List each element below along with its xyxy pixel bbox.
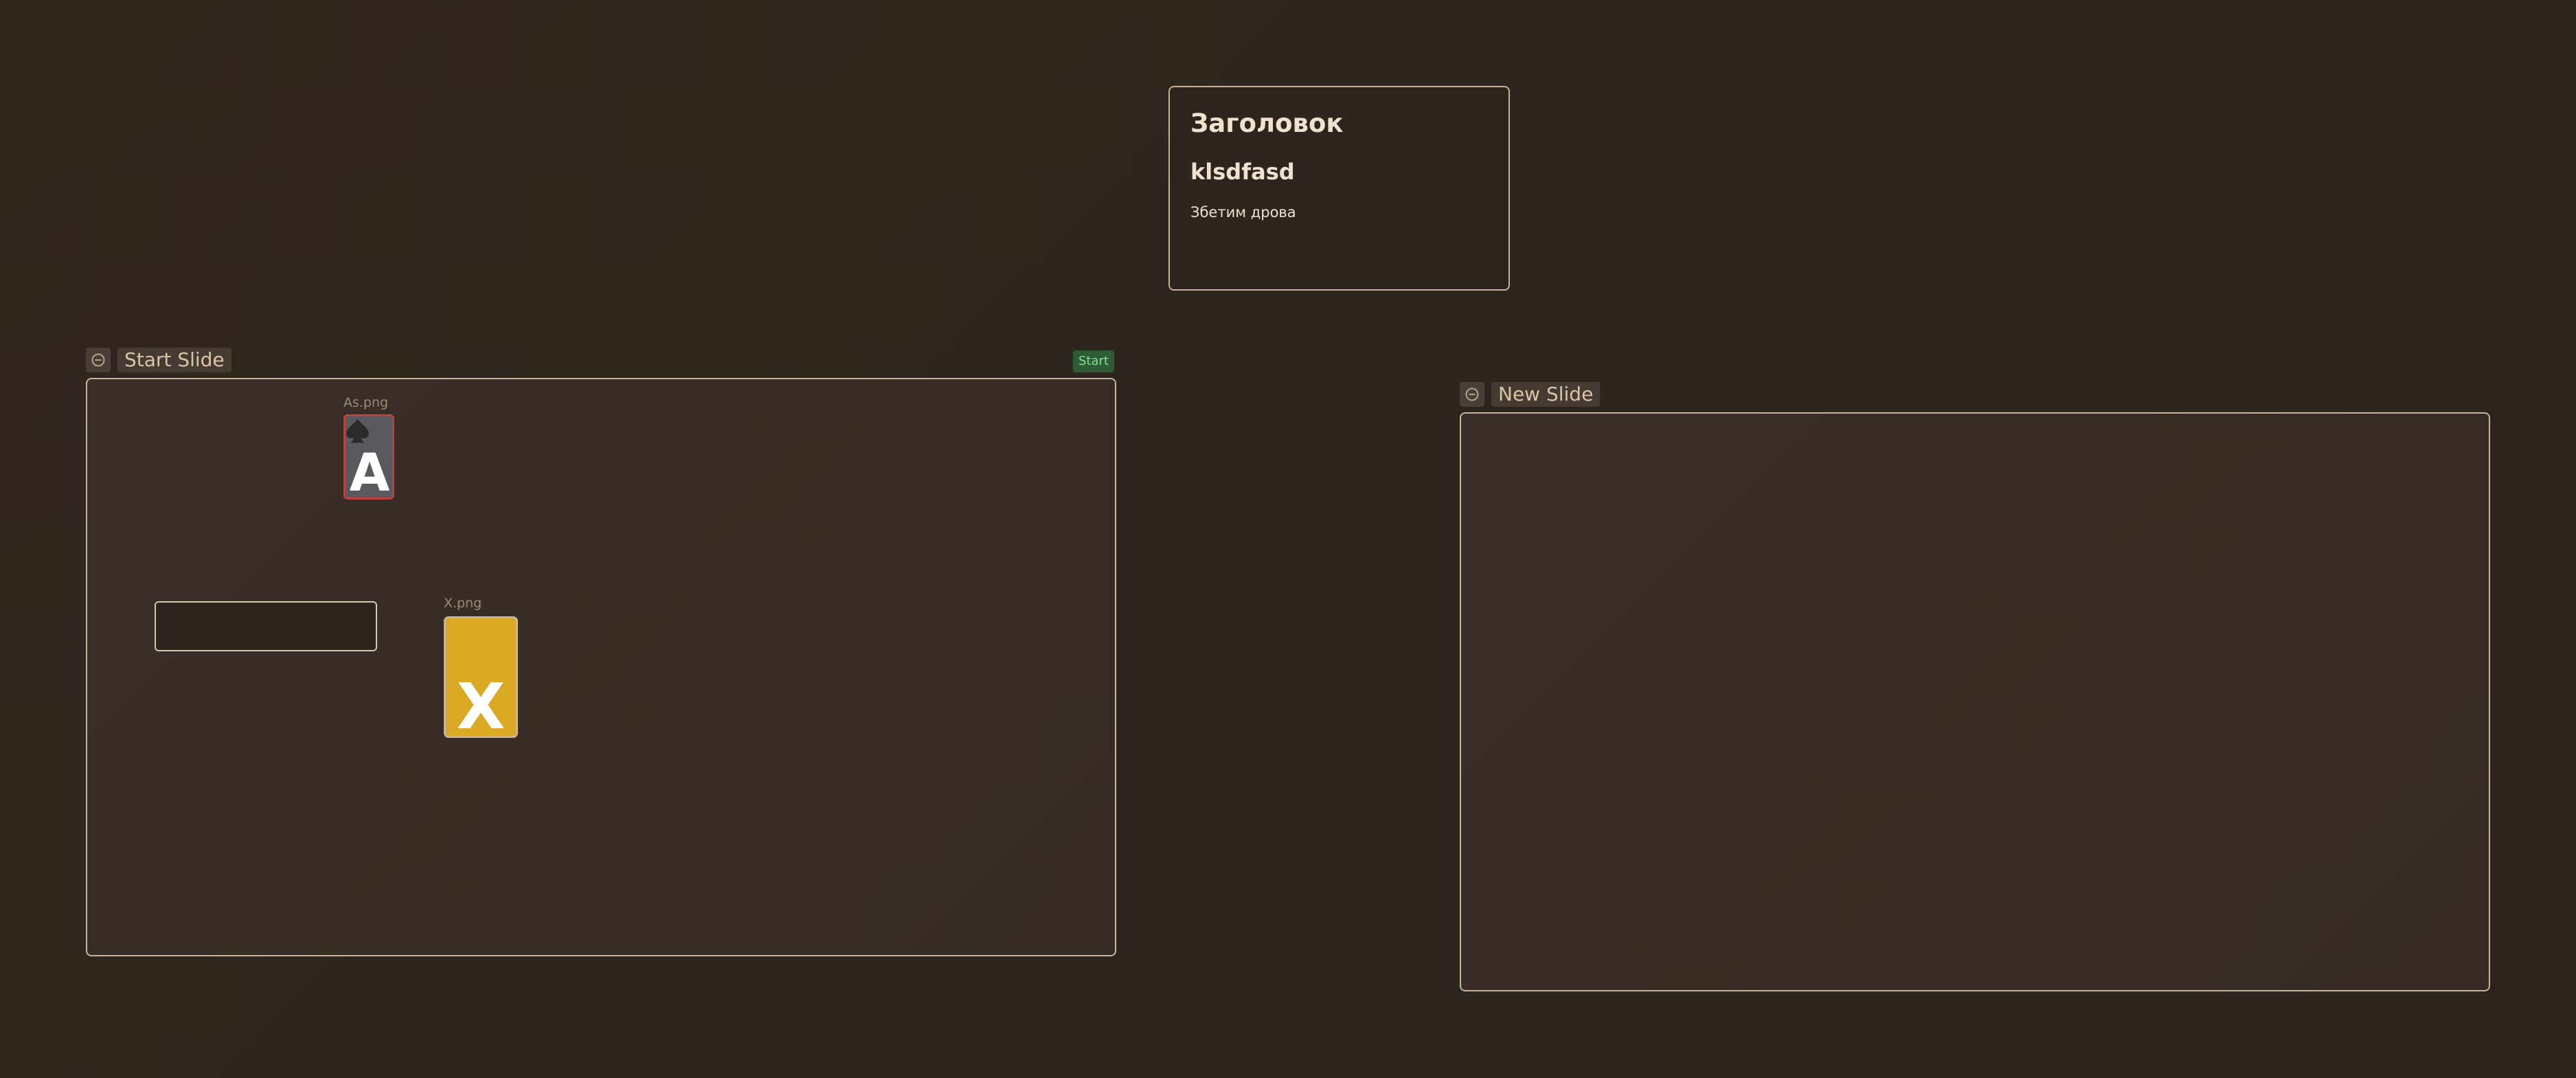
new-slide-header: New Slide [1460, 382, 1601, 407]
canvas[interactable]: Заголовок klsdfasd Збетим дрова Start Sl… [0, 0, 2576, 1078]
text-card[interactable]: Заголовок klsdfasd Збетим дрова [1168, 86, 1510, 291]
minus-circle-icon [1465, 388, 1479, 401]
start-slide-header: Start Slide [86, 348, 231, 372]
start-slide-frame[interactable] [86, 378, 1116, 956]
card-heading: Заголовок [1190, 109, 1344, 138]
image-label: X.png [444, 596, 482, 611]
slide-title[interactable]: New Slide [1491, 382, 1601, 407]
card-subheading: klsdfasd [1190, 159, 1295, 185]
start-badge: Start [1073, 350, 1114, 372]
new-slide-frame[interactable] [1460, 412, 2490, 991]
collapse-button[interactable] [1460, 382, 1484, 407]
card-body-text: Збетим дрова [1190, 204, 1296, 221]
spade-icon: A [346, 419, 390, 497]
x-card-art: X [457, 670, 506, 736]
x-card-image[interactable]: X [444, 616, 518, 738]
image-label: As.png [343, 395, 389, 410]
slide-title[interactable]: Start Slide [117, 348, 231, 372]
x-glyph: X [457, 670, 506, 736]
minus-circle-icon [91, 353, 105, 367]
collapse-button[interactable] [86, 348, 111, 372]
ace-glyph: A [350, 442, 390, 497]
ace-card-image[interactable]: A [343, 414, 394, 499]
text-input-box[interactable] [155, 601, 377, 651]
